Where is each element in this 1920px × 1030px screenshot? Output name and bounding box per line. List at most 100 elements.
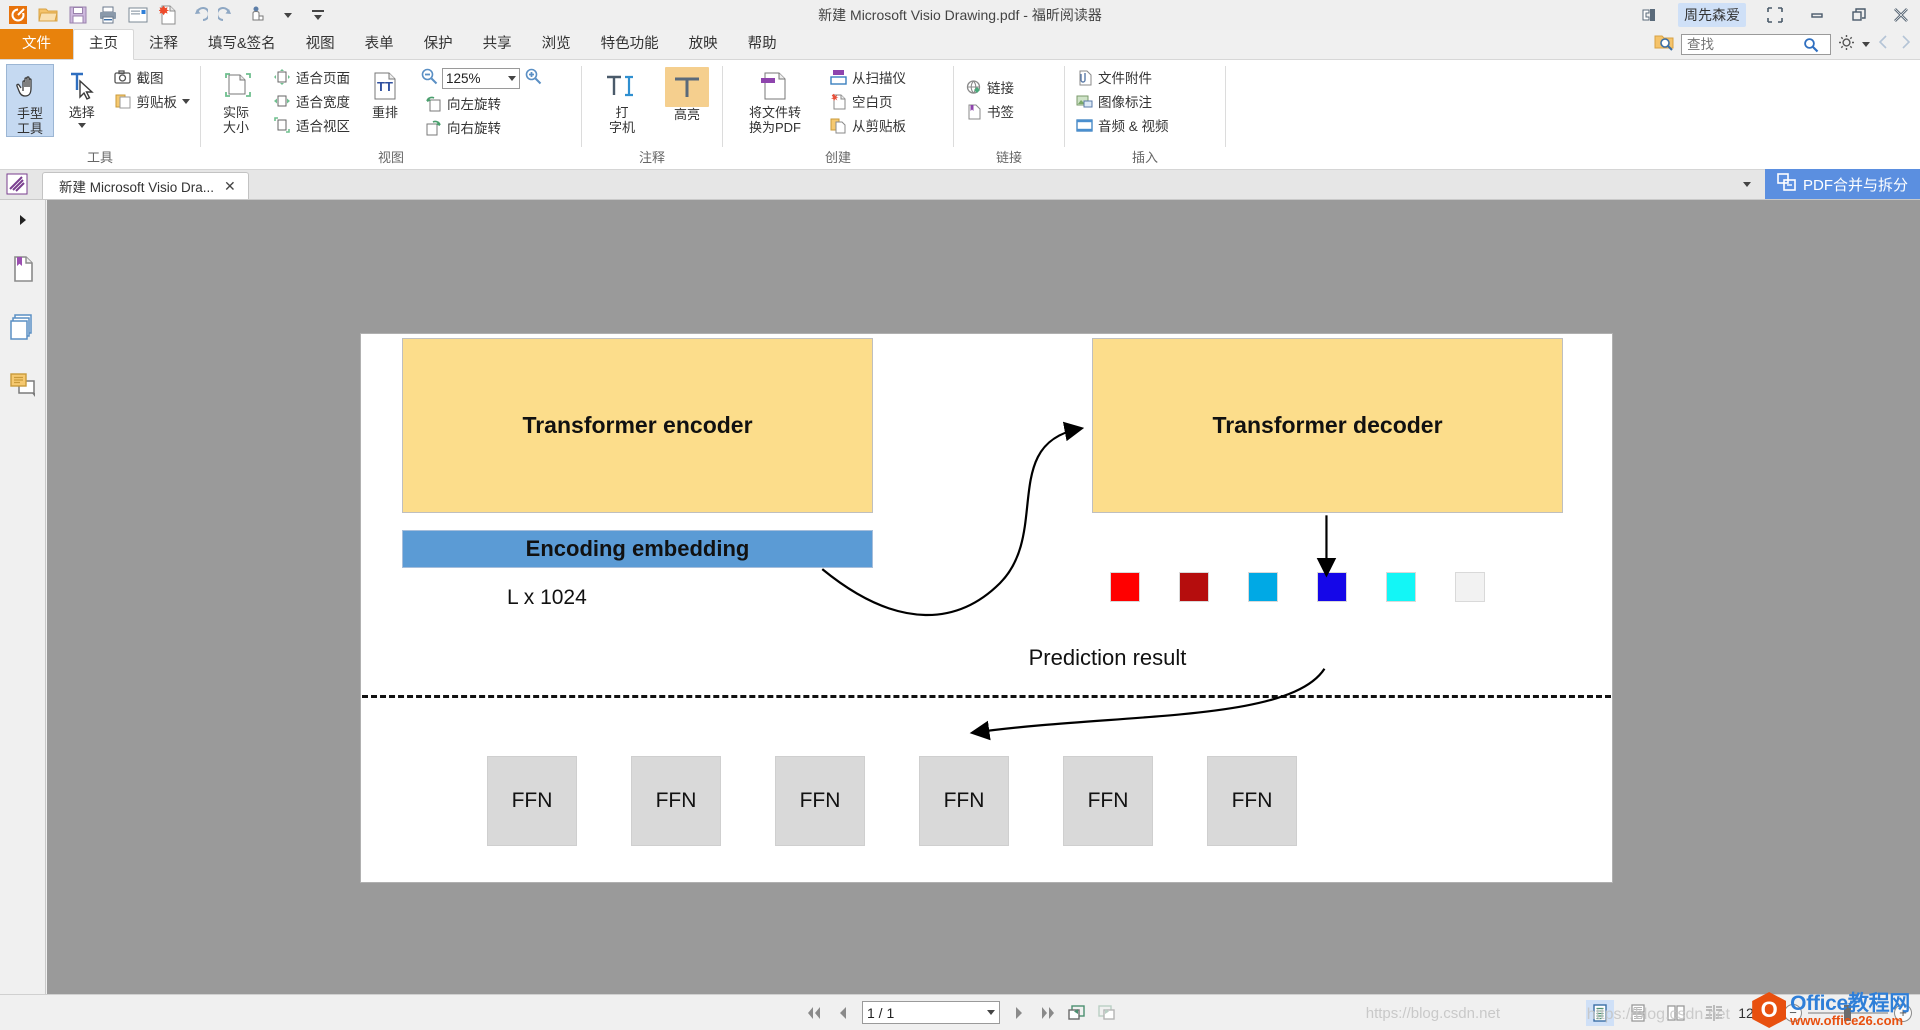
tab-home[interactable]: 主页 xyxy=(73,29,134,60)
maximize-button[interactable] xyxy=(1846,2,1872,28)
pages-panel-icon[interactable] xyxy=(6,310,40,344)
zoom-in-icon[interactable] xyxy=(524,67,542,90)
tab-fill-sign[interactable]: 填写&签名 xyxy=(193,30,291,59)
pdf-merge-split-button[interactable]: PDF合并与拆分 xyxy=(1764,169,1920,199)
save-icon[interactable] xyxy=(64,2,92,28)
select-tool-button[interactable]: 选择 xyxy=(58,64,106,128)
chevron-down-icon[interactable] xyxy=(1862,42,1870,47)
tab-special-features[interactable]: 特色功能 xyxy=(586,30,674,59)
touch-mode-icon[interactable] xyxy=(244,2,272,28)
dimension-label: L x 1024 xyxy=(507,586,587,609)
new-from-file-icon[interactable] xyxy=(154,2,182,28)
fit-visible-button[interactable]: 适合视区 xyxy=(269,114,354,136)
close-button[interactable] xyxy=(1888,2,1914,28)
ribbon-prev-icon[interactable] xyxy=(1877,35,1891,54)
print-icon[interactable] xyxy=(94,2,122,28)
actual-size-label-1: 实际 xyxy=(222,105,249,120)
page-number-input[interactable]: 1 / 1 xyxy=(862,1001,1000,1024)
fit-page-button[interactable]: 适合页面 xyxy=(269,66,354,88)
qat-dropdown-icon[interactable] xyxy=(274,2,302,28)
tab-comment[interactable]: 注释 xyxy=(134,30,193,59)
email-icon[interactable] xyxy=(124,2,152,28)
bookmark-button[interactable]: 书签 xyxy=(960,100,1018,122)
audio-video-button[interactable]: 音频 & 视频 xyxy=(1071,114,1173,136)
file-attachment-button[interactable]: 文件附件 xyxy=(1071,66,1173,88)
svg-text:TT: TT xyxy=(377,79,393,94)
search-input[interactable] xyxy=(1685,36,1803,53)
chevron-down-icon[interactable] xyxy=(508,75,516,81)
file-to-pdf-button[interactable]: 将文件转 换为PDF xyxy=(729,64,821,135)
next-page-icon[interactable] xyxy=(1009,1002,1029,1024)
ribbon-group-insert: 文件附件 图像标注 音频 & 视频 插入 xyxy=(1065,60,1225,170)
from-clipboard-button[interactable]: 从剪贴板 xyxy=(825,114,910,136)
typewriter-button[interactable]: 打 字机 xyxy=(593,64,651,135)
reflow-button[interactable]: TT 重排 xyxy=(358,64,412,120)
ribbon-next-icon[interactable] xyxy=(1898,35,1912,54)
minimize-button[interactable] xyxy=(1804,2,1830,28)
navigation-rail xyxy=(0,200,46,994)
search-icon xyxy=(1804,37,1819,52)
tab-slideshow[interactable]: 放映 xyxy=(674,30,733,59)
hand-tool-button[interactable]: 手型 工具 xyxy=(6,64,54,137)
document-tab[interactable]: 新建 Microsoft Visio Dra... ✕ xyxy=(42,172,249,199)
camera-icon xyxy=(114,68,132,86)
redo-icon[interactable] xyxy=(214,2,242,28)
expand-arrow-icon[interactable] xyxy=(6,212,40,228)
tab-help[interactable]: 帮助 xyxy=(733,30,792,59)
open-icon[interactable] xyxy=(34,2,62,28)
image-annotation-button[interactable]: 图像标注 xyxy=(1071,90,1173,112)
qat-customize-icon[interactable] xyxy=(304,2,332,28)
find-folder-icon[interactable] xyxy=(1654,33,1674,56)
clipboard-button[interactable]: 剪贴板 xyxy=(110,90,195,112)
chevron-down-icon[interactable] xyxy=(77,123,86,128)
blank-page-label: 空白页 xyxy=(852,95,893,110)
tab-file[interactable]: 文件 xyxy=(0,29,73,59)
typewriter-icon xyxy=(604,67,640,105)
undo-icon[interactable] xyxy=(184,2,212,28)
document-viewer[interactable]: Transformer encoder Transformer decoder … xyxy=(47,200,1920,994)
close-icon[interactable]: ✕ xyxy=(224,178,236,195)
prev-page-icon[interactable] xyxy=(833,1002,853,1024)
app-logo-icon[interactable] xyxy=(4,2,32,28)
first-page-icon[interactable] xyxy=(804,1002,824,1024)
zoom-out-icon[interactable] xyxy=(420,67,438,90)
tab-share[interactable]: 共享 xyxy=(468,30,527,59)
ribbon-group-create: 将文件转 换为PDF 从扫描仪 空白页 从剪贴板 创建 xyxy=(723,60,953,170)
ribbon-group-comment: 打 字机 高亮 注释 xyxy=(582,60,722,170)
highlight-button[interactable]: 高亮 xyxy=(663,64,711,122)
rotate-left-button[interactable]: 向左旋转 xyxy=(420,92,542,114)
blank-page-button[interactable]: 空白页 xyxy=(825,90,910,112)
chevron-down-icon[interactable] xyxy=(182,98,190,104)
user-account-label[interactable]: 周先森爱 xyxy=(1678,3,1746,27)
from-scanner-button[interactable]: 从扫描仪 xyxy=(825,66,910,88)
highlight-icon xyxy=(665,67,709,107)
tab-form[interactable]: 表单 xyxy=(350,30,409,59)
next-view-icon[interactable] xyxy=(1096,1002,1116,1024)
rotate-right-button[interactable]: 向右旋转 xyxy=(420,116,542,138)
watermark-url-faint-2: https://blog.csdn.net xyxy=(1365,1005,1500,1022)
comments-panel-icon[interactable] xyxy=(6,368,40,402)
tab-view[interactable]: 视图 xyxy=(291,30,350,59)
bookmark-icon xyxy=(964,102,982,120)
link-button[interactable]: 链接 xyxy=(960,76,1018,98)
last-page-icon[interactable] xyxy=(1038,1002,1058,1024)
previous-view-icon[interactable] xyxy=(1067,1002,1087,1024)
file-to-pdf-icon xyxy=(757,67,793,105)
snapshot-button[interactable]: 截图 xyxy=(110,66,195,88)
foxit-icon xyxy=(0,169,34,199)
chevron-down-icon[interactable] xyxy=(1729,181,1765,187)
fit-width-button[interactable]: 适合宽度 xyxy=(269,90,354,112)
tab-protect[interactable]: 保护 xyxy=(409,30,468,59)
chevron-down-icon[interactable] xyxy=(987,1010,995,1015)
search-input-wrapper[interactable] xyxy=(1681,34,1831,55)
from-scanner-label: 从扫描仪 xyxy=(852,71,906,86)
actual-size-button[interactable]: 实际 大小 xyxy=(207,64,265,135)
restore-layout-icon[interactable] xyxy=(1636,2,1662,28)
bookmark-panel-icon[interactable] xyxy=(6,252,40,286)
restore-down-icon[interactable] xyxy=(1762,2,1788,28)
zoom-level-select[interactable]: 125% xyxy=(442,67,520,89)
from-clipboard-label: 从剪贴板 xyxy=(852,119,906,134)
group-label-tools: 工具 xyxy=(86,150,113,165)
tab-browse[interactable]: 浏览 xyxy=(527,30,586,59)
gear-icon[interactable] xyxy=(1838,34,1855,56)
